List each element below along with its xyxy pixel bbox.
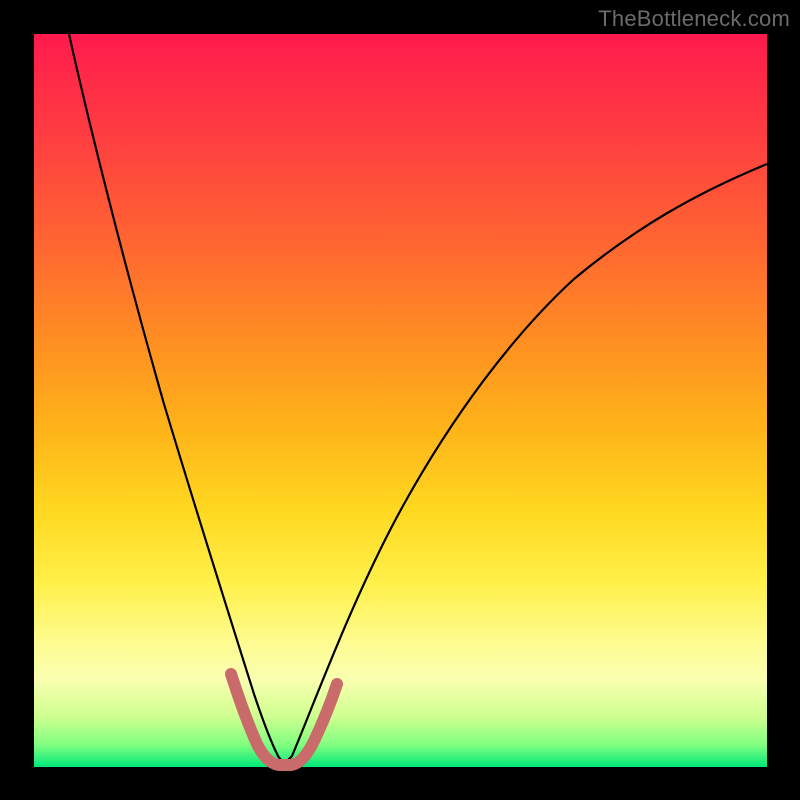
valley-marker xyxy=(231,674,337,765)
chart-frame: TheBottleneck.com xyxy=(0,0,800,800)
chart-svg xyxy=(34,34,767,767)
bottleneck-curve xyxy=(69,34,767,764)
chart-plot-area xyxy=(34,34,767,767)
watermark-text: TheBottleneck.com xyxy=(598,6,790,32)
